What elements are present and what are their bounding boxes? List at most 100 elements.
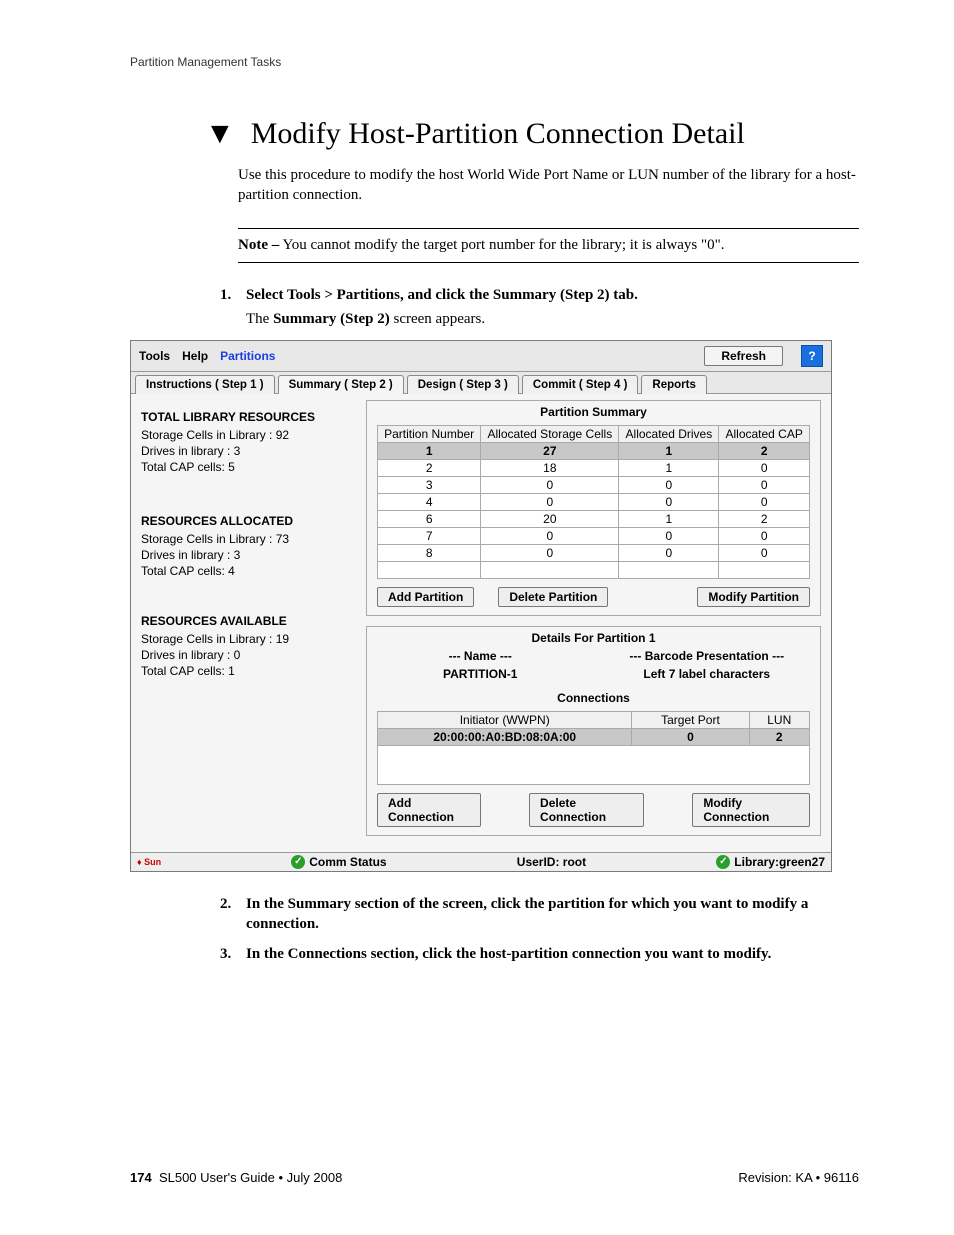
step-number: 3. [220, 944, 238, 964]
col-drives: Allocated Drives [619, 425, 719, 442]
table-cell: 27 [481, 442, 619, 459]
step-number: 2. [220, 894, 238, 935]
revision: Revision: KA • 96116 [738, 1170, 859, 1185]
steps-list-cont: 2. In the Summary section of the screen,… [220, 894, 859, 965]
section-title: ▼ Modify Host-Partition Connection Detai… [205, 117, 859, 151]
col-target-port: Target Port [632, 711, 749, 728]
add-partition-button[interactable]: Add Partition [377, 587, 474, 607]
check-icon: ✓ [716, 855, 730, 869]
table-cell: 8 [378, 544, 481, 561]
help-icon[interactable]: ? [801, 345, 823, 367]
table-row[interactable]: 7000 [378, 527, 810, 544]
resource-line: Total CAP cells: 1 [141, 664, 356, 678]
allocated-title: RESOURCES ALLOCATED [141, 514, 356, 528]
delete-connection-button[interactable]: Delete Connection [529, 793, 644, 827]
table-cell: 4 [378, 493, 481, 510]
table-cell: 20 [481, 510, 619, 527]
connections-table[interactable]: Initiator (WWPN) Target Port LUN 20:00:0… [377, 711, 810, 785]
details-title: Details For Partition 1 [367, 627, 820, 645]
menu-partitions[interactable]: Partitions [220, 349, 275, 363]
tab-reports[interactable]: Reports [641, 375, 706, 394]
resource-line: Total CAP cells: 5 [141, 460, 356, 474]
note-box: Note – You cannot modify the target port… [238, 228, 859, 263]
tab-summary[interactable]: Summary ( Step 2 ) [278, 375, 404, 394]
table-cell: 1 [378, 442, 481, 459]
tab-commit[interactable]: Commit ( Step 4 ) [522, 375, 639, 394]
tabbar: Instructions ( Step 1 ) Summary ( Step 2… [131, 372, 831, 394]
table-row[interactable]: 8000 [378, 544, 810, 561]
refresh-button[interactable]: Refresh [704, 346, 783, 366]
connections-title: Connections [367, 687, 820, 705]
note-text: You cannot modify the target port number… [279, 237, 724, 253]
table-cell: 0 [719, 493, 810, 510]
table-row[interactable]: 12712 [378, 442, 810, 459]
resource-line: Drives in library : 3 [141, 548, 356, 562]
barcode-value: Left 7 label characters [594, 667, 821, 681]
connection-row[interactable]: 20:00:00:A0:BD:08:0A:00 0 2 [378, 728, 810, 745]
details-panel: Details For Partition 1 --- Name --- ---… [366, 626, 821, 836]
table-cell: 2 [719, 510, 810, 527]
table-cell: 0 [619, 527, 719, 544]
step-2-text: In the Summary section of the screen, cl… [246, 896, 808, 932]
resource-line: Storage Cells in Library : 73 [141, 532, 356, 546]
sun-logo: ♦ Sun [137, 857, 161, 867]
table-cell: 3 [378, 476, 481, 493]
tab-instructions[interactable]: Instructions ( Step 1 ) [135, 375, 275, 394]
initiator-value: 20:00:00:A0:BD:08:0A:00 [378, 728, 632, 745]
table-cell: 0 [619, 476, 719, 493]
table-cell: 0 [719, 459, 810, 476]
partition-summary-panel: Partition Summary Partition Number Alloc… [366, 400, 821, 616]
modify-partition-button[interactable]: Modify Partition [697, 587, 810, 607]
page-number: 174 [130, 1170, 152, 1185]
resource-line: Drives in library : 3 [141, 444, 356, 458]
table-row[interactable]: 62012 [378, 510, 810, 527]
table-cell: 0 [481, 544, 619, 561]
resource-line: Drives in library : 0 [141, 648, 356, 662]
table-cell: 0 [619, 544, 719, 561]
table-cell: 1 [619, 510, 719, 527]
user-id: UserID: root [517, 855, 586, 869]
table-row[interactable]: 4000 [378, 493, 810, 510]
available-title: RESOURCES AVAILABLE [141, 614, 356, 628]
add-connection-button[interactable]: Add Connection [377, 793, 481, 827]
library-status: ✓Library:green27 [716, 855, 825, 869]
resource-line: Storage Cells in Library : 19 [141, 632, 356, 646]
delete-partition-button[interactable]: Delete Partition [498, 587, 608, 607]
partition-table[interactable]: Partition Number Allocated Storage Cells… [377, 425, 810, 579]
step-number: 1. [220, 285, 238, 305]
left-resources-column: TOTAL LIBRARY RESOURCES Storage Cells in… [131, 394, 366, 852]
menu-tools[interactable]: Tools [139, 349, 170, 363]
tab-design[interactable]: Design ( Step 3 ) [407, 375, 519, 394]
menubar: Tools Help Partitions Refresh ? [131, 341, 831, 372]
col-partition-number: Partition Number [378, 425, 481, 442]
name-header: --- Name --- [367, 649, 594, 663]
section-title-text: Modify Host-Partition Connection Detail [251, 117, 745, 151]
target-port-value: 0 [632, 728, 749, 745]
steps-list: 1. Select Tools > Partitions, and click … [220, 285, 859, 328]
guide-name: SL500 User's Guide • July 2008 [159, 1170, 342, 1185]
table-row[interactable]: 3000 [378, 476, 810, 493]
table-row[interactable]: 21810 [378, 459, 810, 476]
resource-line: Total CAP cells: 4 [141, 564, 356, 578]
table-cell: 2 [719, 442, 810, 459]
page-footer: 174 SL500 User's Guide • July 2008 Revis… [130, 1170, 859, 1185]
note-label: Note – [238, 237, 279, 253]
step-1-text: Select Tools > Partitions, and click the… [246, 287, 638, 303]
table-cell: 1 [619, 442, 719, 459]
arrow-down-icon: ▼ [205, 117, 235, 151]
comm-status: ✓Comm Status [291, 855, 386, 869]
resource-line: Storage Cells in Library : 92 [141, 428, 356, 442]
table-cell: 6 [378, 510, 481, 527]
col-lun: LUN [749, 711, 809, 728]
modify-connection-button[interactable]: Modify Connection [692, 793, 810, 827]
check-icon: ✓ [291, 855, 305, 869]
total-resources-title: TOTAL LIBRARY RESOURCES [141, 410, 356, 424]
table-cell: 0 [619, 493, 719, 510]
running-header: Partition Management Tasks [130, 55, 859, 69]
col-storage-cells: Allocated Storage Cells [481, 425, 619, 442]
name-value: PARTITION-1 [367, 667, 594, 681]
table-cell: 7 [378, 527, 481, 544]
col-initiator: Initiator (WWPN) [378, 711, 632, 728]
status-bar: ♦ Sun ✓Comm Status UserID: root ✓Library… [131, 852, 831, 871]
menu-help[interactable]: Help [182, 349, 208, 363]
